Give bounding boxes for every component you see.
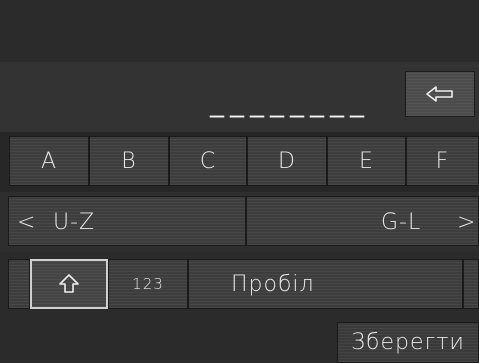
key-e[interactable]: E [327,136,406,186]
key-left-edge[interactable] [8,259,30,309]
next-range-label: G-L [381,209,422,235]
prev-range-label: U-Z [53,209,96,235]
shift-icon [59,274,79,293]
key-f[interactable]: F [406,136,479,186]
shift-button[interactable] [30,259,108,309]
numbers-button[interactable]: 123 [108,259,188,309]
next-range-button[interactable]: G-L > [246,196,479,246]
prev-range-arrow: < [17,209,37,235]
key-c[interactable]: C [169,136,247,186]
save-button[interactable]: Зберегти [337,322,479,363]
backspace-button[interactable] [405,71,475,117]
key-b[interactable]: B [89,136,169,186]
text-entry-field: ________ [210,84,370,118]
backspace-icon [426,86,453,102]
key-a[interactable]: A [9,136,89,186]
key-right-edge[interactable] [463,259,479,309]
key-d[interactable]: D [247,136,327,186]
prev-range-button[interactable]: < U-Z [8,196,246,246]
space-button[interactable]: Пробіл [188,259,463,309]
top-bar [0,0,479,62]
next-range-arrow: > [457,209,477,235]
